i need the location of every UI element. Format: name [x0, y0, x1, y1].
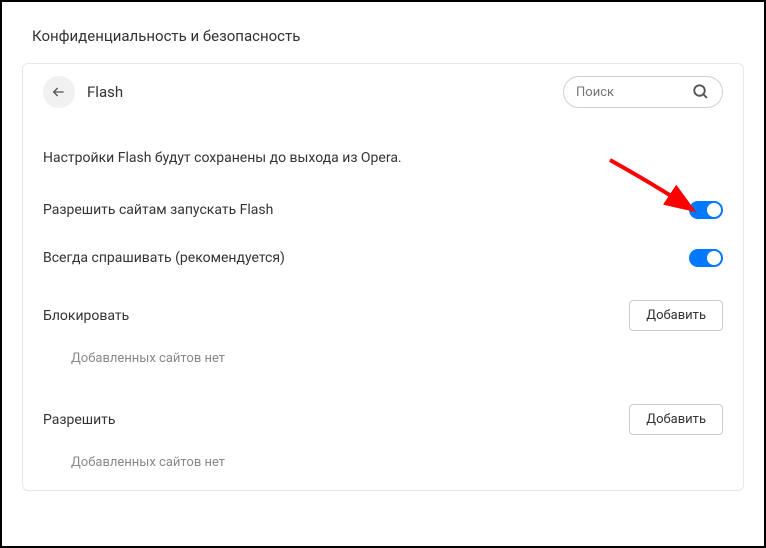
allow-flash-label: Разрешить сайтам запускать Flash [43, 202, 273, 218]
back-button[interactable] [43, 76, 75, 108]
allow-section-title: Разрешить [43, 412, 116, 428]
search-box[interactable] [563, 76, 723, 108]
always-ask-toggle[interactable] [689, 249, 723, 267]
arrow-left-icon [51, 84, 67, 100]
block-add-button[interactable]: Добавить [629, 300, 723, 331]
block-empty-text: Добавленных сайтов нет [23, 341, 743, 386]
allow-empty-text: Добавленных сайтов нет [23, 445, 743, 490]
settings-panel: Flash Настройки Flash будут сохранены до… [22, 63, 744, 491]
page-title: Конфиденциальность и безопасность [2, 2, 764, 63]
always-ask-label: Всегда спрашивать (рекомендуется) [43, 250, 285, 266]
allow-flash-toggle[interactable] [689, 201, 723, 219]
panel-title: Flash [87, 83, 551, 101]
search-input[interactable] [576, 85, 692, 100]
search-icon [692, 83, 710, 101]
allow-add-button[interactable]: Добавить [629, 404, 723, 435]
info-text: Настройки Flash будут сохранены до выход… [23, 120, 743, 186]
block-section-title: Блокировать [43, 308, 129, 324]
